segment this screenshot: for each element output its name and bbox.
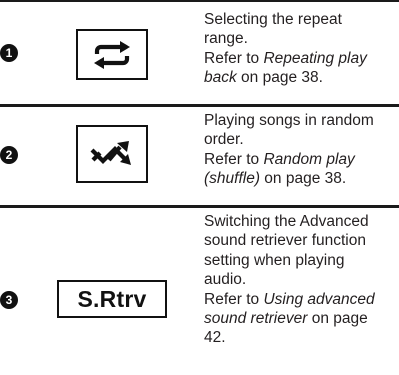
reference-prefix: Refer to	[204, 150, 264, 168]
reference-line: Refer to Using advanced	[204, 290, 399, 309]
reference-page: on page 38.	[260, 170, 347, 188]
row-description: Switching the Advanced sound retriever f…	[204, 212, 399, 348]
row-number: 2	[5, 148, 13, 162]
repeat-icon-box	[76, 29, 148, 80]
row-description: Playing songs in random order. Refer to …	[204, 111, 399, 189]
reference-line: (shuffle) on page 38.	[204, 169, 399, 188]
reference-line: back on page 38.	[204, 68, 399, 87]
row-description: Selecting the repeat range. Refer to Rep…	[204, 10, 399, 88]
reference-title: Repeating play	[263, 49, 367, 67]
reference-title: sound retriever	[204, 310, 308, 328]
description-line: audio.	[204, 271, 247, 289]
description-line: range.	[204, 30, 248, 48]
shuffle-icon-box	[76, 125, 148, 183]
description-line: Switching the Advanced	[204, 213, 369, 230]
reference-line: Refer to Random play	[204, 150, 399, 169]
row-number: 3	[5, 293, 13, 307]
description-line: order.	[204, 131, 244, 149]
sound-retriever-icon-box: S.Rtrv	[57, 280, 167, 318]
description-line: Playing songs in random	[204, 112, 374, 129]
row-number-badge: 3	[0, 291, 18, 309]
reference-prefix: Refer to	[204, 49, 264, 67]
row-number-badge: 2	[0, 146, 18, 164]
reference-page: on page 38.	[236, 69, 323, 87]
row-number: 1	[5, 46, 13, 60]
repeat-icon	[94, 40, 130, 69]
reference-title: Using advanced	[263, 290, 375, 308]
reference-page: on page	[307, 310, 368, 328]
reference-line: Refer to Repeating play	[204, 49, 399, 68]
sound-retriever-label: S.Rtrv	[77, 285, 147, 312]
reference-title: back	[204, 69, 237, 87]
description-line: sound retriever function	[204, 232, 366, 250]
row-number-badge: 1	[0, 44, 18, 62]
description-line: Selecting the repeat	[204, 11, 342, 28]
shuffle-icon	[90, 141, 131, 165]
row-divider	[0, 205, 399, 208]
row-divider	[0, 104, 399, 107]
description-line: setting when playing	[204, 251, 345, 269]
table-top-rule	[0, 0, 399, 2]
reference-line: sound retriever on page	[204, 309, 399, 328]
reference-prefix: Refer to	[204, 290, 264, 308]
reference-title: (shuffle)	[204, 170, 260, 188]
reference-page: 42.	[204, 329, 226, 347]
reference-title: Random play	[263, 150, 355, 168]
